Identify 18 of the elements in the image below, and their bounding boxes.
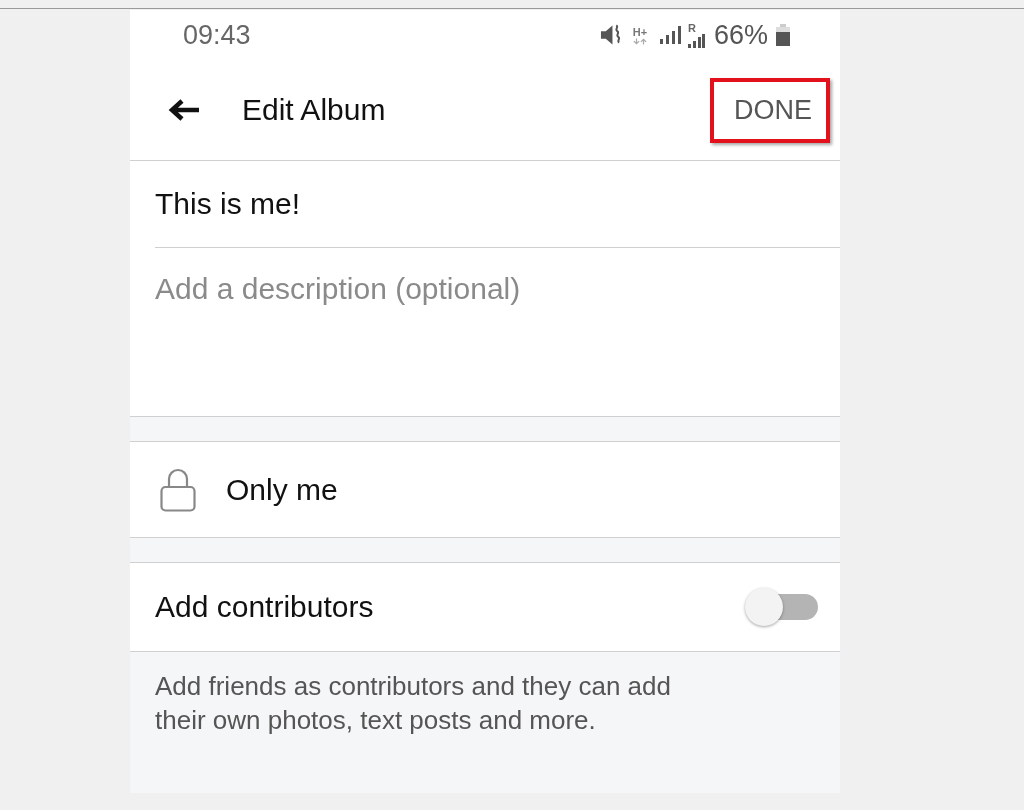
data-arrows-icon <box>632 37 647 45</box>
screen-title: Edit Album <box>242 93 386 127</box>
signal-bars-icon <box>659 26 681 44</box>
network-type-label: H+ <box>632 25 648 38</box>
signal-bars-icon <box>687 33 705 48</box>
done-button[interactable]: DONE <box>734 94 812 126</box>
status-time: 09:43 <box>183 19 251 51</box>
speaker-icon <box>599 24 623 46</box>
contributors-toggle[interactable] <box>745 587 818 627</box>
privacy-label: Only me <box>226 472 338 507</box>
battery-percent: 66% <box>713 19 768 51</box>
battery-icon <box>776 24 790 46</box>
roaming-label: R <box>687 22 696 34</box>
lock-icon <box>160 467 196 512</box>
contributors-label: Add contributors <box>155 590 374 624</box>
back-arrow-icon <box>168 98 201 122</box>
back-button[interactable] <box>168 98 201 122</box>
contributors-help-text: Add friends as contributors and they can add their own photos, text posts and more. <box>154 670 672 737</box>
